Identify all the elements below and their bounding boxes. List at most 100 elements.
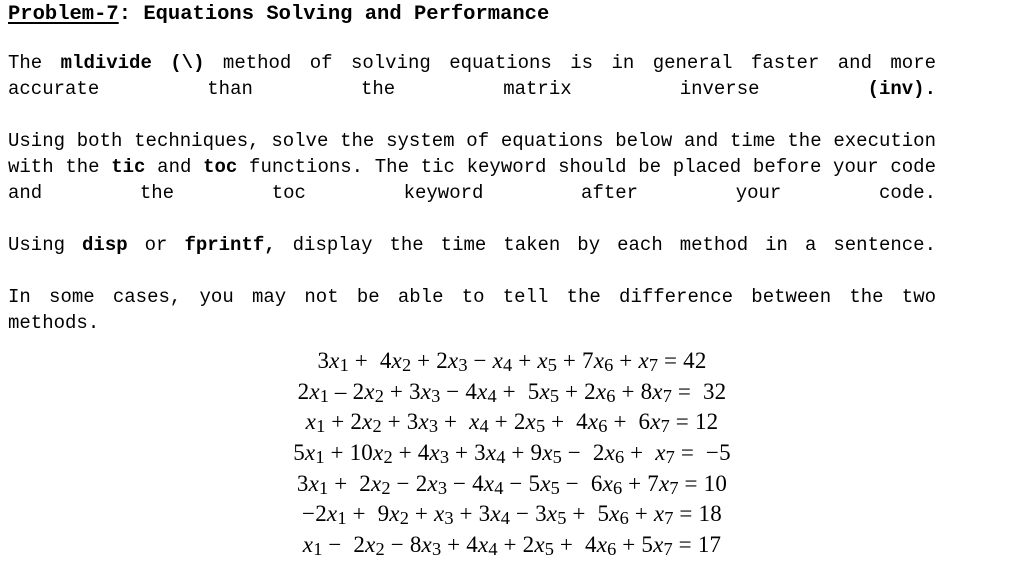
operator: + (346, 501, 378, 527)
subscript: 3 (431, 385, 441, 406)
text-run: or (127, 234, 185, 256)
variable: x (485, 439, 497, 465)
subscript: 6 (612, 477, 623, 498)
equals-sign: = (671, 378, 703, 404)
keyword-token: (inv) (867, 78, 925, 100)
operator: + (624, 439, 656, 465)
variable: x (653, 531, 664, 557)
coefficient: 5 (527, 378, 540, 404)
keyword-token: fprintf, (184, 234, 276, 256)
variable: x (427, 470, 438, 496)
page-title-subject: : Equations Solving and Performance (118, 3, 550, 26)
subscript: 2 (375, 538, 385, 559)
subscript: 3 (437, 477, 448, 498)
variable: x (652, 378, 663, 404)
subscript: 4 (479, 416, 489, 437)
subscript: 5 (535, 416, 546, 437)
variable: x (365, 531, 376, 557)
subscript: 1 (316, 416, 326, 437)
variable: x (469, 409, 480, 435)
subscript: 3 (428, 416, 439, 437)
operator: + (559, 378, 585, 404)
subscript: 7 (662, 385, 672, 406)
document-page: Problem-7: Equations Solving and Perform… (0, 0, 1024, 575)
subscript: 2 (372, 416, 382, 437)
variable: x (534, 531, 545, 557)
operator: + (441, 531, 467, 557)
coefficient: 6 (638, 409, 651, 435)
subscript: 6 (619, 508, 629, 529)
coefficient: 8 (409, 531, 422, 557)
coefficient: 2 (350, 409, 363, 435)
coefficient: 2 (436, 348, 448, 373)
keyword-token: toc (203, 156, 238, 178)
subscript: 6 (606, 385, 616, 406)
operator: + (512, 348, 538, 373)
text-run: display the time taken by each method in… (275, 234, 936, 256)
subscript: 2 (399, 508, 409, 529)
subscript: 4 (503, 354, 513, 375)
equation-line: 5x1 + 10x2 + 4x3 + 3x4 + 9x5 − 2x6 + x7 … (0, 440, 1024, 471)
operator: + (496, 378, 528, 404)
equation-line: −2x1 + 9x2 + x3 + 3x4 − 3x5 + 5x6 + x7 =… (0, 501, 1024, 532)
operator: + (381, 409, 407, 435)
coefficient: 5 (641, 531, 654, 557)
coefficient: 2 (297, 378, 310, 404)
subscript: 2 (401, 354, 412, 375)
operator: + (497, 531, 523, 557)
operator: + (392, 439, 418, 465)
operator: + (438, 409, 470, 435)
coefficient: 5 (528, 470, 541, 496)
right-hand-side: 42 (683, 348, 707, 373)
variable: x (429, 439, 440, 465)
variable: x (362, 409, 373, 435)
operator: − (384, 531, 410, 557)
coefficient: 8 (640, 378, 653, 404)
page-title-problem-number: Problem-7 (8, 3, 119, 26)
subscript: 1 (319, 385, 329, 406)
equation-line: x1 + 2x2 + 3x3 + x4 + 2x5 + 4x6 + 6x7 = … (0, 409, 1024, 440)
variable: x (525, 409, 536, 435)
operator: + (325, 409, 351, 435)
text-run: Using (8, 234, 83, 256)
variable: x (490, 501, 501, 527)
variable: x (604, 439, 616, 465)
subscript: 3 (431, 538, 442, 559)
operator: + (615, 378, 641, 404)
coefficient: 3 (409, 378, 421, 404)
operator: + (613, 348, 639, 373)
variable: x (329, 348, 340, 373)
operator: − (503, 470, 529, 496)
operator: + (553, 531, 585, 557)
variable: x (326, 501, 338, 527)
right-hand-side: −5 (705, 439, 731, 465)
equals-sign: = (658, 348, 684, 373)
keyword-token: tic (111, 156, 146, 178)
operator: + (628, 501, 654, 527)
equation-line: x1 − 2x2 − 8x3 + 4x4 + 2x5 + 4x6 + 5x7 =… (0, 532, 1024, 563)
variable: x (477, 378, 488, 404)
equation-system: 3x1 + 4x2 + 2x3 − x4 + x5 + 7x6 + x7 = 4… (0, 348, 1024, 562)
subscript: 7 (665, 446, 675, 467)
variable: x (477, 531, 489, 557)
coefficient: 4 (472, 470, 484, 496)
equals-sign: = (678, 470, 704, 496)
coefficient: 9 (530, 439, 543, 465)
variable: x (546, 501, 558, 527)
subscript: 5 (552, 446, 562, 467)
coefficient: 3 (406, 409, 419, 435)
operator: + (607, 409, 639, 435)
coefficient: 3 (478, 501, 491, 527)
coefficient: 4 (465, 378, 478, 404)
variable: x (309, 378, 320, 404)
text-run: The (8, 52, 61, 74)
coefficient: 3 (535, 501, 547, 527)
coefficient: 4 (466, 531, 478, 557)
coefficient: 2 (352, 378, 365, 404)
coefficient: 3 (317, 348, 330, 373)
problem-description: The mldivide (\) method of solving equat… (8, 50, 936, 362)
coefficient: 3 (474, 439, 486, 465)
coefficient: 4 (576, 409, 588, 435)
coefficient: 2 (522, 531, 535, 557)
operator: + (328, 470, 360, 496)
